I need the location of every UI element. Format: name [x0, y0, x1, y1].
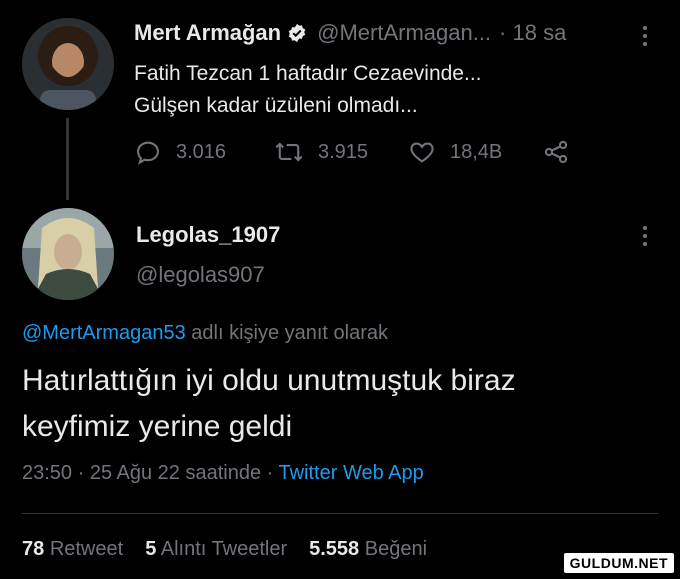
thread-line [66, 118, 69, 200]
reply-to-suffix: adlı kişiye yanıt olarak [185, 322, 389, 344]
retweet-action[interactable]: 3.915 [274, 138, 408, 166]
stat-likes-label: Beğeni [364, 538, 428, 560]
parent-text-line1: Fatih Tezcan 1 haftadır Cezaevinde... [134, 62, 482, 85]
reply-source[interactable]: Twitter Web App [279, 462, 424, 484]
parent-time[interactable]: · 18 sa [499, 20, 566, 46]
stat-quotes-count: 5 [145, 538, 157, 560]
reply-count: 3.016 [176, 140, 227, 163]
stat-retweets-label: Retweet [49, 538, 124, 560]
parent-tweet-header: Mert Armağan @MertArmagan... · 18 sa [134, 20, 566, 46]
parent-tweet-text: Fatih Tezcan 1 haftadır Cezaevinde... Gü… [134, 58, 481, 122]
avatar-mert[interactable] [22, 18, 114, 110]
stat-retweets-count: 78 [22, 538, 45, 560]
stat-retweets[interactable]: 78 Retweet [22, 538, 123, 561]
parent-text-line2: Gülşen kadar üzüleni olmadı... [134, 94, 418, 117]
retweet-count: 3.915 [318, 140, 369, 163]
parent-handle[interactable]: @MertArmagan... [317, 20, 491, 46]
like-action[interactable]: 18,4B [408, 138, 542, 166]
avatar-mert-image [22, 18, 114, 110]
watermark: GULDUM.NET [563, 553, 674, 573]
divider [22, 513, 658, 514]
reply-action[interactable]: 3.016 [134, 138, 274, 166]
parent-actions: 3.016 3.915 18,4B [134, 138, 584, 166]
reply-handle[interactable]: @legolas907 [136, 262, 265, 288]
reply-to-line: @MertArmagan53 adlı kişiye yanıt olarak [22, 322, 388, 345]
heart-icon [410, 142, 434, 163]
reply-display-name[interactable]: Legolas_1907 [136, 222, 280, 248]
reply-icon [137, 141, 159, 165]
retweet-icon [275, 142, 303, 162]
share-icon [544, 140, 568, 164]
engagement-stats: 78 Retweet 5 Alıntı Tweetler 5.558 Beğen… [22, 538, 427, 561]
reply-timestamp-line: 23:50 · 25 Ağu 22 saatinde · Twitter Web… [22, 462, 424, 485]
stat-likes[interactable]: 5.558 Beğeni [309, 538, 427, 561]
share-action[interactable] [542, 138, 584, 166]
verified-badge-icon [287, 23, 307, 43]
reply-to-handle[interactable]: @MertArmagan53 [22, 322, 186, 344]
reply-tweet-text: Hatırlattığın iyi oldu unutmuştuk biraz … [22, 358, 516, 450]
reply-timestamp[interactable]: 23:50 · 25 Ağu 22 saatinde · [22, 462, 279, 484]
parent-display-name[interactable]: Mert Armağan [134, 20, 281, 46]
parent-more-icon[interactable] [642, 26, 648, 46]
stat-quotes[interactable]: 5 Alıntı Tweetler [145, 538, 287, 561]
stat-likes-count: 5.558 [309, 538, 360, 560]
avatar-legolas[interactable] [22, 208, 114, 300]
reply-more-icon[interactable] [642, 226, 648, 246]
like-count: 18,4B [450, 140, 503, 163]
stat-quotes-label: Alıntı Tweetler [160, 538, 288, 560]
reply-text-line2: keyfimiz yerine geldi [22, 410, 293, 443]
avatar-legolas-image [22, 208, 114, 300]
reply-text-line1: Hatırlattığın iyi oldu unutmuştuk biraz [22, 364, 516, 397]
